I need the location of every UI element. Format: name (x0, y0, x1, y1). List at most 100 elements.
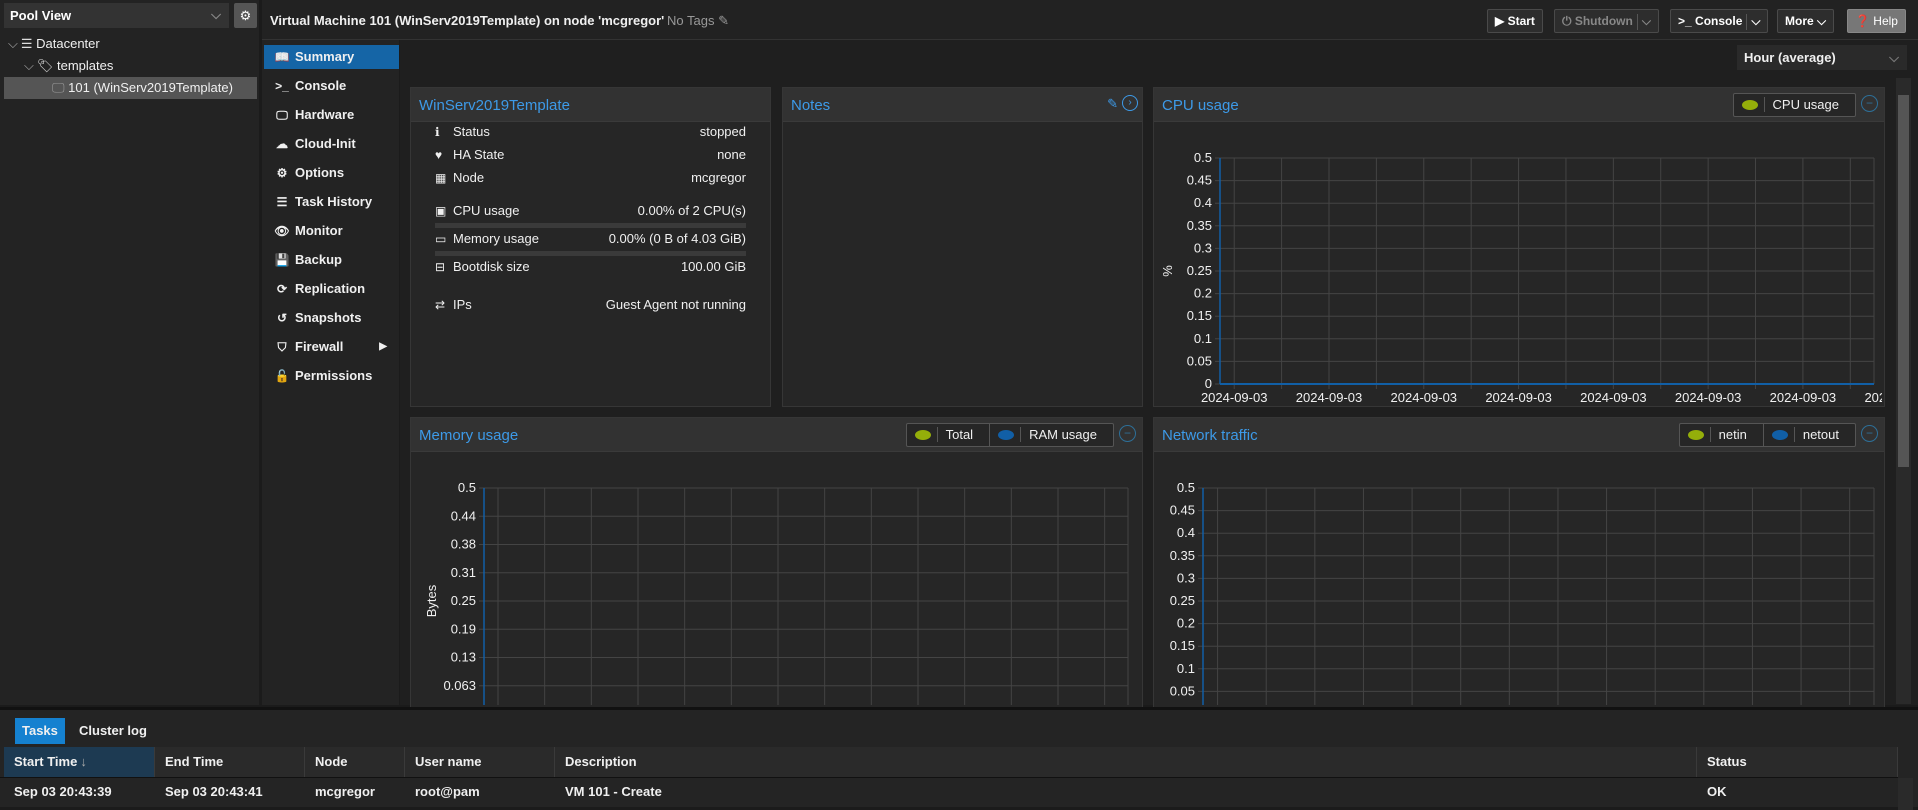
help-label: Help (1873, 14, 1898, 28)
network-chart-panel: Network trafficnetinnetout−00.050.10.150… (1153, 417, 1885, 709)
edit-icon[interactable]: ✎ (1107, 96, 1118, 112)
y-tick-label: 0.25 (1170, 593, 1195, 608)
x-tick-date: 2024-09-03 (1201, 390, 1268, 403)
y-tick-label: 0.44 (451, 508, 476, 523)
tree-node-vm-101[interactable]: 🖵 101 (WinServ2019Template) (4, 77, 257, 99)
tree-node-label: 101 (WinServ2019Template) (68, 80, 233, 95)
chart-legend: CPU usage (1732, 93, 1856, 117)
shield-icon: ⛉ (277, 340, 287, 354)
resource-tree: Pool View ⌵ ⚙ ⌵ ☰ Datacenter ⌵ 🏷 templates … (0, 0, 259, 705)
nav-item-label: Cloud-Init (295, 136, 356, 151)
y-axis-label: % (1160, 265, 1175, 277)
terminal-icon: >_ (1678, 14, 1692, 28)
y-tick-label: 0.5 (1194, 150, 1212, 165)
y-tick-label: 0.4 (1177, 525, 1195, 540)
nav-item-label: Task History (295, 194, 373, 209)
y-tick-label: 0.45 (1187, 173, 1212, 188)
console-button[interactable]: >_ Console ⌵ (1670, 9, 1769, 33)
collapse-icon[interactable]: − (1119, 425, 1136, 442)
legend-label: Total (936, 427, 982, 442)
chevron-down-icon[interactable]: ⌵ (1751, 14, 1760, 28)
row-label-wrap: ▦ Node (435, 170, 484, 185)
book-icon: 📖 (274, 50, 290, 64)
table-scrollbar[interactable] (1898, 778, 1913, 810)
legend-item-ram-usage[interactable]: RAM usage (989, 424, 1113, 446)
more-button[interactable]: More ⌵ (1777, 9, 1835, 33)
timeframe-selector[interactable]: Hour (average) ⌵ (1737, 45, 1907, 70)
tags-editor[interactable]: No Tags ✎ (667, 13, 729, 29)
console-label: Console (1695, 14, 1743, 28)
expand-icon[interactable]: ⌵ (8, 36, 18, 51)
y-tick-label: 0.35 (1170, 548, 1195, 563)
table-cell-end-time: Sep 03 20:43:41 (165, 784, 263, 799)
help-button[interactable]: ❓ Help (1847, 9, 1906, 33)
chevron-circle-right-icon[interactable]: › (1122, 95, 1138, 111)
nav-item-task-history[interactable]: ☰ Task History (264, 190, 399, 214)
nav-item-firewall[interactable]: ⛉ Firewall ▶ (264, 335, 399, 359)
pencil-icon[interactable]: ✎ (714, 13, 729, 28)
nav-item-backup[interactable]: 💾 Backup (264, 248, 399, 272)
y-tick-label: 0.5 (458, 480, 476, 495)
legend-item-cpu-usage[interactable]: CPU usage (1734, 94, 1855, 116)
cpu-chart-panel: CPU usage CPU usage −0 0.05 0.1 0.15 0.2 0.25 0.… (1153, 87, 1885, 407)
tree-node-datacenter[interactable]: ⌵ ☰ Datacenter (8, 33, 100, 55)
legend-item-netin[interactable]: netin (1680, 424, 1763, 446)
x-tick-date: 2024-09-03 (1864, 390, 1882, 403)
start-label: Start (1507, 14, 1535, 28)
chevron-down-icon[interactable]: ⌵ (1642, 14, 1651, 28)
tree-node-label: Datacenter (36, 36, 100, 51)
nav-item-permissions[interactable]: 🔓 Permissions (264, 364, 399, 388)
chevron-down-icon: ⌵ (1817, 14, 1827, 28)
chevron-down-icon: ⌵ (211, 7, 221, 22)
nav-item-summary[interactable]: 📖 Summary (264, 45, 399, 69)
table-row[interactable]: Sep 03 20:43:39 Sep 03 20:43:41 mcgregor ro… (0, 710, 1898, 810)
legend-dot (1687, 430, 1704, 440)
y-tick-label: 0.3 (1194, 240, 1212, 255)
view-selector[interactable]: Pool View ⌵ (4, 3, 229, 28)
nav-item-cloud-init[interactable]: ☁ Cloud-Init (264, 132, 399, 156)
nav-item-replication[interactable]: ⟳ Replication (264, 277, 399, 301)
scrollbar-thumb[interactable] (1898, 95, 1909, 467)
y-tick-label: 0.2 (1194, 286, 1212, 301)
building-icon: ▦ (435, 171, 447, 185)
nav-item-console[interactable]: >_ Console (264, 74, 399, 98)
row-label: Memory usage (453, 231, 539, 246)
gear-icon[interactable]: ⚙ (234, 3, 257, 28)
nav-item-label: Console (295, 78, 347, 93)
nav-item-snapshots[interactable]: ↺ Snapshots (264, 306, 399, 330)
chart-legend: Total RAM usage (905, 423, 1114, 447)
hdd-icon: ⊟ (435, 260, 446, 274)
table-cell-node: mcgregor (315, 784, 375, 799)
legend-item-netout[interactable]: netout (1762, 424, 1855, 446)
collapse-icon[interactable]: − (1861, 95, 1878, 112)
view-selector-value: Pool View (10, 8, 72, 23)
nav-item-label: Backup (295, 252, 342, 267)
legend-label: netin (1709, 427, 1755, 442)
start-button[interactable]: ▶ Start (1487, 9, 1543, 33)
nav-item-options[interactable]: ⚙ Options (264, 161, 399, 185)
row-value: Guest Agent not running (605, 297, 746, 312)
timeframe-value: Hour (average) (1744, 50, 1836, 65)
tasks-panel: Tasks Cluster log Start Time ↓ End Time Nod… (0, 707, 1918, 810)
legend-item-total[interactable]: Total (907, 424, 989, 446)
x-tick-date: 2024-09-03 (1770, 390, 1837, 403)
retweet-icon: ⟳ (276, 282, 288, 296)
cpu-icon: ▣ (435, 204, 447, 218)
expand-icon[interactable]: ⌵ (24, 58, 34, 73)
tags-icon: 🏷 (36, 58, 54, 73)
net-chart: 00.050.10.150.20.250.30.350.40.450.52024… (1170, 480, 1875, 705)
nav-item-monitor[interactable]: 👁 Monitor (264, 219, 399, 243)
chevron-down-icon: ⌵ (1889, 50, 1899, 65)
row-label-wrap: ⇄ IPs (435, 297, 472, 312)
eye-icon: 👁 (274, 224, 290, 238)
row-label: IPs (453, 297, 472, 312)
nav-item-label: Options (295, 165, 345, 180)
tags-label: No Tags (667, 13, 715, 28)
tree-node-templates[interactable]: ⌵ 🏷 templates (24, 55, 113, 77)
nav-item-hardware[interactable]: 🖵 Hardware (264, 103, 399, 127)
power-icon: ⏻ (1562, 14, 1572, 28)
y-tick-label: 0.15 (1170, 638, 1195, 653)
table-cell-user-name: root@pam (415, 784, 480, 799)
collapse-icon[interactable]: − (1861, 425, 1878, 442)
shutdown-button[interactable]: ⏻ Shutdown ⌵ (1554, 9, 1659, 33)
